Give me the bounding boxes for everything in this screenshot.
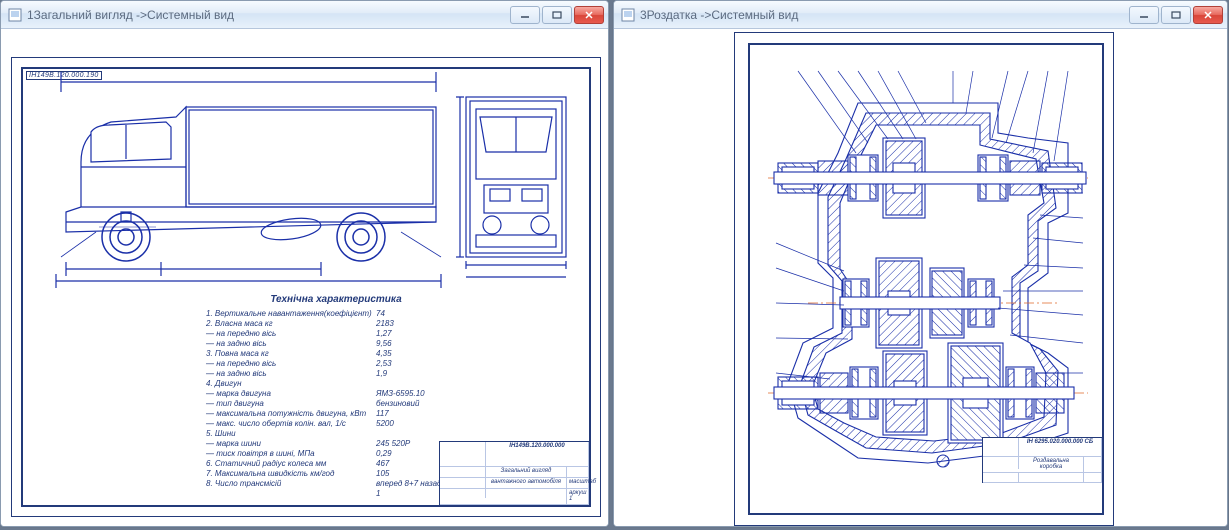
titleblock-name-r: Роздавальна коробка [1019,457,1084,472]
tech-spec-row: — тиск повітря в шині, МПа0,29 [206,449,466,459]
tech-spec-row: 1. Вертикальне навантаження(коефіцієнт)7… [206,309,466,319]
tech-spec-row: 4. Двигун [206,379,466,389]
titleblock-code-r: ІН 6295.020.000.000 СБ [1019,438,1102,456]
close-button[interactable] [1193,6,1223,24]
window-title-left: 1Загальний вигляд ->Системный вид [27,8,510,22]
tech-spec-row: 5. Шини [206,429,466,439]
tech-spec-row: 3. Повна маса кг4,35 [206,349,466,359]
tech-spec-row: — макс. число обертів колін. вал, 1/с520… [206,419,466,429]
tech-spec-row: 6. Статичний радіус колеса мм467 [206,459,466,469]
transfer-case-drawing [748,43,1104,483]
window-controls-left [510,6,604,24]
titlebar-right[interactable]: 3Роздатка ->Системный вид [614,1,1227,29]
titleblock-name1: Загальний вигляд [486,467,567,477]
tech-spec-row: — на передню вісь2,53 [206,359,466,369]
titlebar-left[interactable]: 1Загальний вигляд ->Системный вид [1,1,608,29]
drawing-area-right[interactable]: ІН 6295.020.000.000 СБ Роздавальна короб… [614,29,1227,526]
close-button[interactable] [574,6,604,24]
window-title-right: 3Роздатка ->Системный вид [640,8,1129,22]
tech-spec-row: — на передню вісь1,27 [206,329,466,339]
tech-spec-row: — максимальна потужність двигуна, кВт117 [206,409,466,419]
title-block-left: ІН149В.120.000.000 Загальний вигляд вант… [439,441,589,505]
tech-spec-row: — марка двигунаЯМЗ-6595.10 [206,389,466,399]
tech-spec-row: — на задню вісь9,56 [206,339,466,349]
minimize-button[interactable] [1129,6,1159,24]
drawing-area-left[interactable]: ІН149В.120.000.190 [1,29,608,526]
app-icon [7,7,23,23]
titleblock-code: ІН149В.120.000.000 [486,442,589,466]
tech-spec-row: — на задню вісь1,9 [206,369,466,379]
tech-spec-row: 7. Максимальна швидкість км/год105 [206,469,466,479]
tech-spec-row: 8. Число трансмісійвперед 8+7 назад 1 [206,479,466,499]
maximize-button[interactable] [1161,6,1191,24]
tech-spec-header: Технічна характеристика [206,294,466,307]
tech-spec-row: — марка шини245 520Р [206,439,466,449]
window-transfer-case: 3Роздатка ->Системный вид [613,0,1228,527]
truck-drawing [21,67,591,292]
window-controls-right [1129,6,1223,24]
maximize-button[interactable] [542,6,572,24]
title-block-right: ІН 6295.020.000.000 СБ Роздавальна короб… [982,437,1102,483]
technical-spec-block: Технічна характеристика 1. Вертикальне н… [206,294,466,499]
titleblock-name2: вантажного автомобіля [486,478,567,488]
window-general-view: 1Загальний вигляд ->Системный вид ІН149В… [0,0,609,527]
app-icon [620,7,636,23]
tech-spec-row: — тип двигунабензиновий [206,399,466,409]
tech-spec-row: 2. Власна маса кг2183 [206,319,466,329]
minimize-button[interactable] [510,6,540,24]
